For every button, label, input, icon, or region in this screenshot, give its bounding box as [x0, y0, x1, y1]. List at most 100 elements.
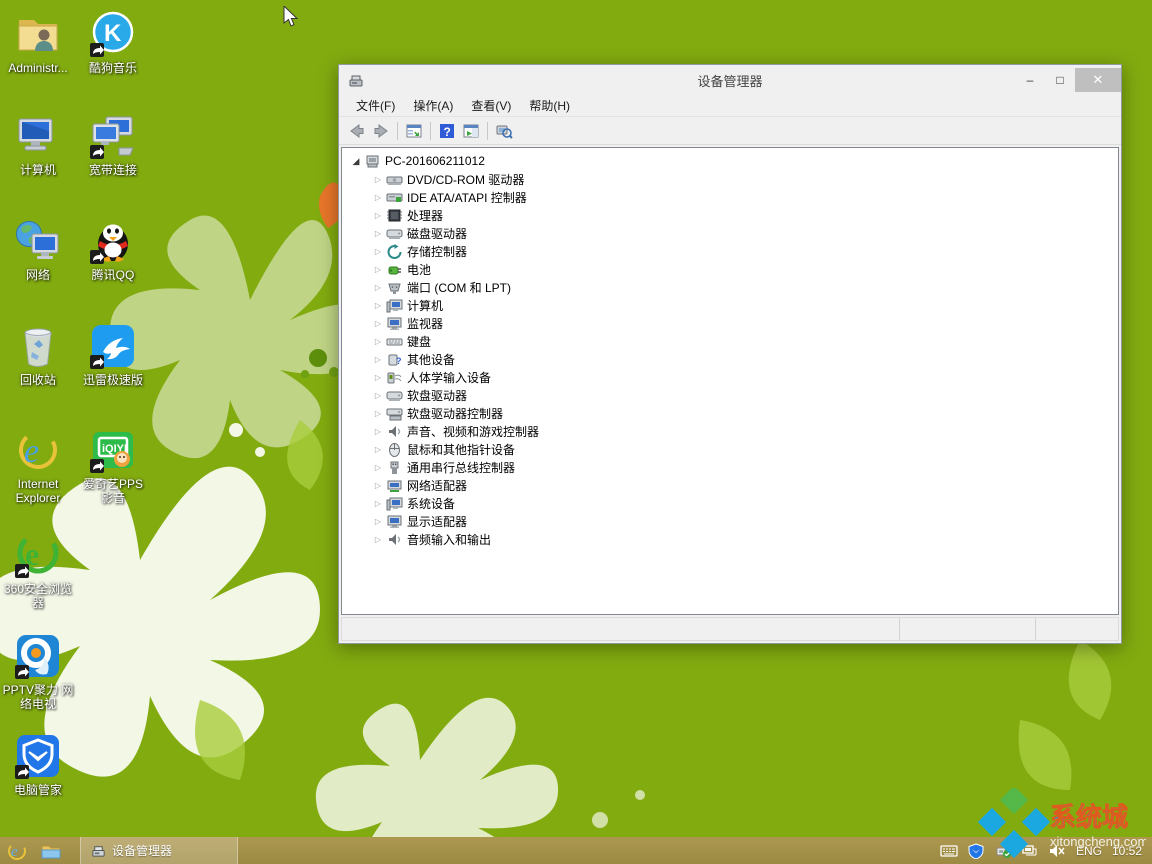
tree-item-computer[interactable]: ▷计算机: [342, 296, 1118, 314]
tree-item-ports[interactable]: ▷端口 (COM 和 LPT): [342, 278, 1118, 296]
sound-controller-icon: [386, 424, 403, 439]
tree-item-label: 显示适配器: [407, 513, 467, 530]
tree-item-battery[interactable]: ▷电池: [342, 260, 1118, 278]
network-status-icon[interactable]: [1021, 843, 1039, 859]
audio-io-icon: [386, 532, 403, 547]
action-pane-icon[interactable]: [459, 120, 483, 142]
desktop-icon-tencent-qq[interactable]: 腾讯QQ: [77, 217, 149, 282]
task-label: 设备管理器: [112, 842, 172, 859]
tree-item-other-devices[interactable]: ▷?其他设备: [342, 350, 1118, 368]
desktop-icon-broadband-connection[interactable]: 宽带连接: [77, 112, 149, 177]
tree-item-processor[interactable]: ▷处理器: [342, 206, 1118, 224]
menu-action[interactable]: 操作(A): [404, 95, 462, 116]
pc-manager-icon: [14, 732, 62, 780]
expander-collapsed-icon[interactable]: ▷: [372, 283, 384, 292]
desktop-icon-label: 腾讯QQ: [77, 268, 149, 282]
expander-collapsed-icon[interactable]: ▷: [372, 391, 384, 400]
tree-item-system-devices[interactable]: ▷系统设备: [342, 494, 1118, 512]
expander-collapsed-icon[interactable]: ▷: [372, 499, 384, 508]
volume-muted-icon[interactable]: [1048, 843, 1066, 859]
console-tree-icon[interactable]: [402, 120, 426, 142]
expander-collapsed-icon[interactable]: ▷: [372, 463, 384, 472]
expander-collapsed-icon[interactable]: ▷: [372, 229, 384, 238]
network-adapter-icon: [386, 478, 403, 493]
tree-item-hid[interactable]: ▷人体学输入设备: [342, 368, 1118, 386]
tree-root-computer[interactable]: ◢ PC-201606211012: [342, 152, 1118, 170]
expander-collapsed-icon[interactable]: ▷: [372, 319, 384, 328]
device-tree: ◢ PC-201606211012 ▷DVD/CD-ROM 驱动器▷IDE AT…: [341, 147, 1119, 615]
shortcut-arrow-icon: [90, 355, 104, 369]
tree-item-keyboard[interactable]: ▷键盘: [342, 332, 1118, 350]
help-icon[interactable]: ?: [435, 120, 459, 142]
menu-file[interactable]: 文件(F): [347, 95, 404, 116]
desktop-icon-recycle-bin[interactable]: 回收站: [2, 322, 74, 387]
svg-text:e: e: [11, 844, 18, 860]
expander-collapsed-icon[interactable]: ▷: [372, 517, 384, 526]
shortcut-arrow-icon: [15, 665, 29, 679]
tree-item-audio-io[interactable]: ▷音频输入和输出: [342, 530, 1118, 548]
touch-keyboard-icon[interactable]: [940, 843, 958, 859]
tree-item-ide-controller[interactable]: ▷IDE ATA/ATAPI 控制器: [342, 188, 1118, 206]
usb-device-icon[interactable]: [994, 843, 1012, 859]
device-manager-window: 设备管理器 – □ ✕ 文件(F)操作(A)查看(V)帮助(H) ? ◢ PC-…: [338, 64, 1122, 644]
tree-item-floppy-controller[interactable]: ▷软盘驱动器控制器: [342, 404, 1118, 422]
expander-collapsed-icon[interactable]: ▷: [372, 481, 384, 490]
tree-item-floppy-drive[interactable]: ▷软盘驱动器: [342, 386, 1118, 404]
expander-collapsed-icon[interactable]: ▷: [372, 193, 384, 202]
tree-item-disk-drive[interactable]: ▷磁盘驱动器: [342, 224, 1118, 242]
maximize-button[interactable]: □: [1045, 68, 1075, 92]
tree-item-dvd-drive[interactable]: ▷DVD/CD-ROM 驱动器: [342, 170, 1118, 188]
menu-help[interactable]: 帮助(H): [520, 95, 579, 116]
expander-collapsed-icon[interactable]: ▷: [372, 301, 384, 310]
recycle-bin-icon: [14, 322, 62, 370]
tree-item-sound-controller[interactable]: ▷声音、视频和游戏控制器: [342, 422, 1118, 440]
taskbar-internet-explorer-icon[interactable]: e: [0, 837, 34, 864]
close-button[interactable]: ✕: [1075, 68, 1121, 92]
xunlei-speed-icon: [89, 322, 137, 370]
desktop-icon-kugou-music[interactable]: K酷狗音乐: [77, 10, 149, 75]
expander-collapsed-icon[interactable]: ▷: [372, 535, 384, 544]
window-title: 设备管理器: [339, 71, 1121, 90]
computer-icon: [364, 154, 381, 169]
tencent-qq-icon: [89, 217, 137, 265]
desktop-icon-computer[interactable]: 计算机: [2, 112, 74, 177]
desktop-icon-iqiyi-pps[interactable]: iQIYI爱奇艺PPS 影音: [77, 426, 149, 505]
expander-collapsed-icon[interactable]: ▷: [372, 427, 384, 436]
expander-collapsed-icon[interactable]: ▷: [372, 265, 384, 274]
back-icon[interactable]: [345, 120, 369, 142]
tree-item-display-adapter[interactable]: ▷ 显示适配器: [342, 512, 1118, 530]
expander-collapsed-icon[interactable]: ▷: [372, 211, 384, 220]
taskbar-task-device-manager[interactable]: 设备管理器: [80, 837, 238, 864]
tree-item-label: 存储控制器: [407, 243, 467, 260]
expander-collapsed-icon[interactable]: ▷: [372, 355, 384, 364]
expander-expanded-icon[interactable]: ◢: [350, 156, 362, 167]
expander-collapsed-icon[interactable]: ▷: [372, 409, 384, 418]
expander-collapsed-icon[interactable]: ▷: [372, 247, 384, 256]
language-indicator[interactable]: ENG: [1076, 844, 1102, 858]
expander-collapsed-icon[interactable]: ▷: [372, 175, 384, 184]
clock[interactable]: 10:52: [1112, 844, 1142, 858]
expander-collapsed-icon[interactable]: ▷: [372, 337, 384, 346]
scan-hardware-icon[interactable]: [492, 120, 516, 142]
desktop-icon-label: 回收站: [2, 373, 74, 387]
tree-item-network-adapter[interactable]: ▷网络适配器: [342, 476, 1118, 494]
desktop-icon-360-browser[interactable]: e360安全浏览器: [2, 531, 74, 610]
tree-item-mouse[interactable]: ▷鼠标和其他指针设备: [342, 440, 1118, 458]
minimize-button[interactable]: –: [1015, 68, 1045, 92]
desktop-icon-administrator-folder[interactable]: Administr...: [2, 10, 74, 75]
expander-collapsed-icon[interactable]: ▷: [372, 445, 384, 454]
tree-item-usb-controller[interactable]: ▷通用串行总线控制器: [342, 458, 1118, 476]
desktop-icon-pptv[interactable]: PPTV聚力 网络电视: [2, 632, 74, 711]
expander-collapsed-icon[interactable]: ▷: [372, 373, 384, 382]
disk-drive-icon: [386, 226, 403, 241]
tree-item-storage-controller[interactable]: ▷ 存储控制器: [342, 242, 1118, 260]
security-shield-icon[interactable]: [967, 843, 985, 859]
menu-view[interactable]: 查看(V): [462, 95, 520, 116]
desktop-icon-xunlei-speed[interactable]: 迅雷极速版: [77, 322, 149, 387]
forward-icon[interactable]: [369, 120, 393, 142]
desktop-icon-internet-explorer[interactable]: eInternet Explorer: [2, 426, 74, 505]
desktop-icon-pc-manager[interactable]: 电脑管家: [2, 732, 74, 797]
taskbar-file-explorer-icon[interactable]: [34, 837, 68, 864]
desktop-icon-network[interactable]: 网络: [2, 217, 74, 282]
tree-item-monitor[interactable]: ▷监视器: [342, 314, 1118, 332]
